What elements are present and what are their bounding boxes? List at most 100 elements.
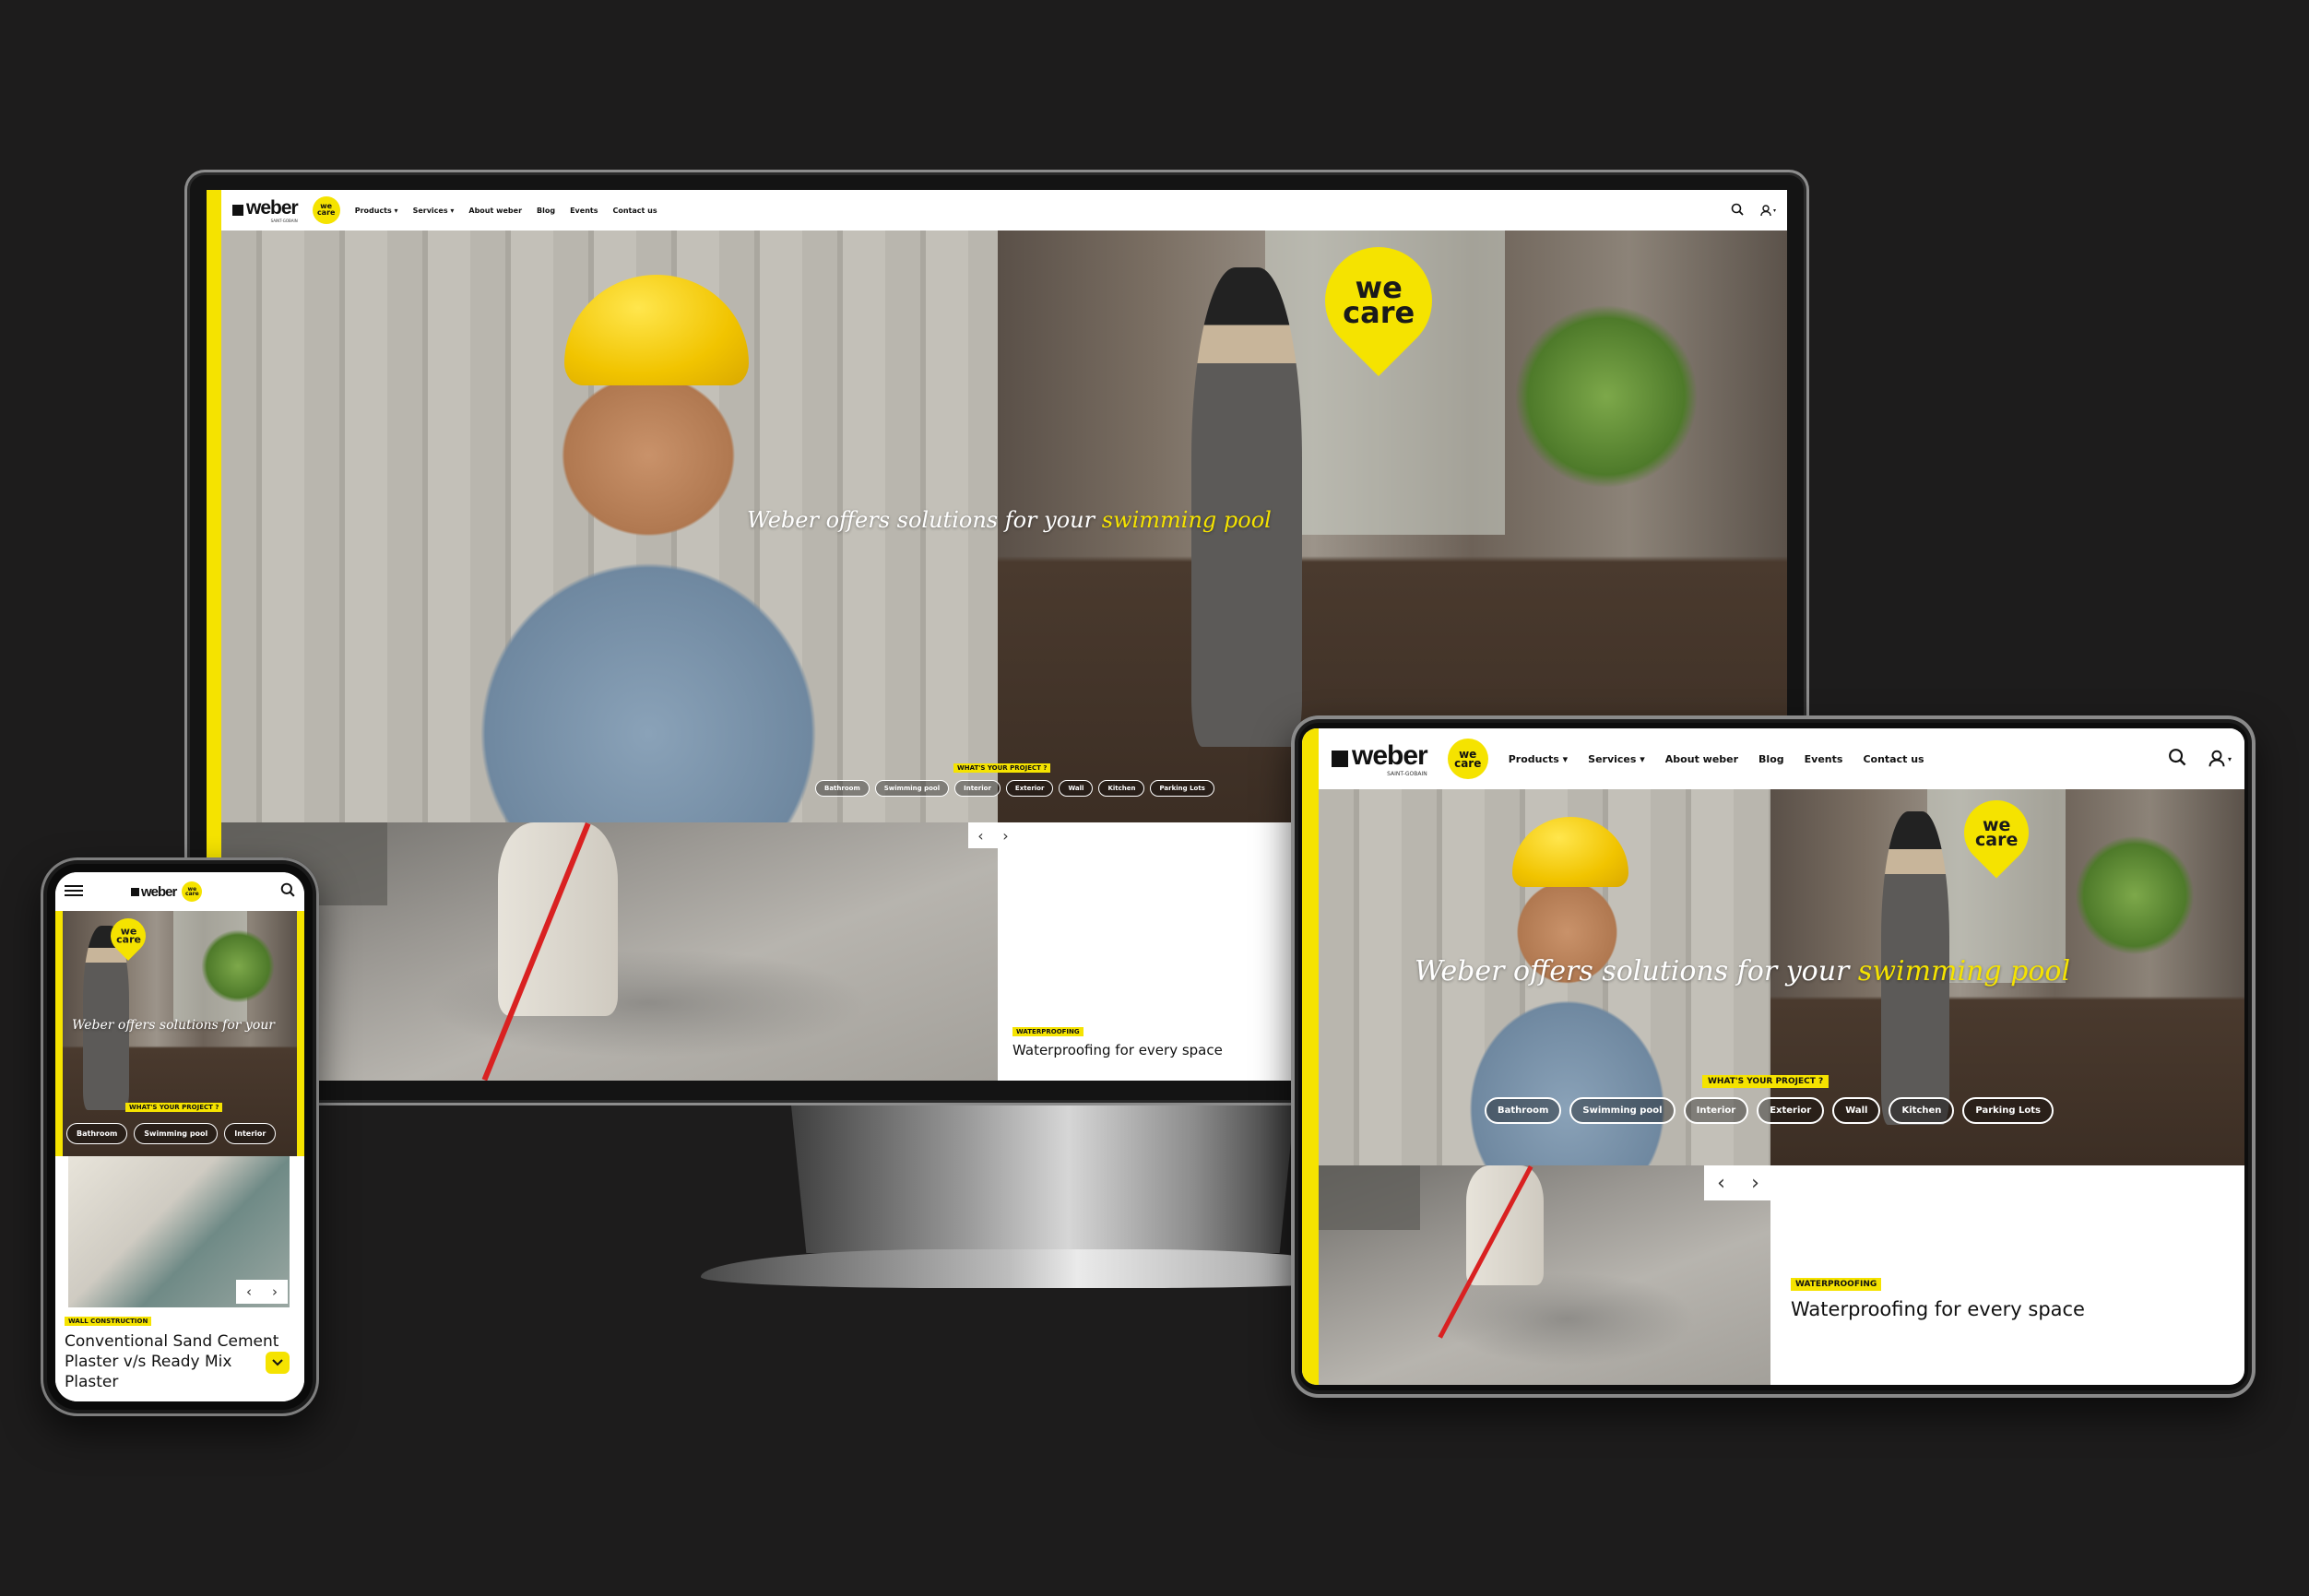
nav-actions: ▾ xyxy=(2168,748,2232,770)
nav-events[interactable]: Events xyxy=(570,207,598,215)
chevron-right-icon[interactable]: › xyxy=(1002,827,1008,845)
waterproofing-image xyxy=(1319,1165,1770,1385)
pin-care: care xyxy=(115,934,141,946)
chevron-left-icon[interactable]: ‹ xyxy=(977,827,983,845)
hero-title: Weber offers solutions for your swimming… xyxy=(747,507,1272,533)
logo-mark-icon xyxy=(232,205,243,216)
chip-swimming-pool[interactable]: Swimming pool xyxy=(874,780,950,797)
chevron-left-icon[interactable]: ‹ xyxy=(246,1283,252,1300)
nav-contact[interactable]: Contact us xyxy=(612,207,657,215)
chevron-down-icon[interactable] xyxy=(266,1352,290,1374)
project-chips: Bathroom Swimming pool Interior Exterior… xyxy=(815,780,1214,797)
project-chips: Bathroom Swimming pool Interior xyxy=(66,1123,277,1144)
slide-title-line-1: Conventional Sand Cement xyxy=(65,1332,279,1351)
desktop-navbar: weber SAINT-GOBAIN we care Products ▾ Se… xyxy=(221,190,1787,231)
category-tag: WALL CONSTRUCTION xyxy=(65,1317,152,1326)
weber-logo[interactable]: weber xyxy=(131,884,177,900)
chip-interior[interactable]: Interior xyxy=(1683,1097,1749,1124)
hardhat-graphic xyxy=(1512,817,1628,887)
slider-arrows: ‹ › xyxy=(236,1280,288,1304)
hero-title-highlight: swimming pool xyxy=(1101,507,1272,533)
we-care-badge: we care xyxy=(312,196,340,224)
chevron-right-icon[interactable]: › xyxy=(272,1283,278,1300)
hero-title-highlight: swimming pool xyxy=(1857,955,2071,987)
chip-bathroom[interactable]: Bathroom xyxy=(1485,1097,1562,1124)
logo-subtitle: SAINT-GOBAIN xyxy=(1387,771,1427,777)
hero-title-prefix: Weber offers solutions for your xyxy=(747,507,1102,533)
tablet-device: weber SAINT-GOBAIN we care Products ▾ Se… xyxy=(1291,715,2256,1398)
nav-events[interactable]: Events xyxy=(1805,753,1843,765)
user-icon[interactable]: ▾ xyxy=(1760,204,1776,217)
nav-about[interactable]: About weber xyxy=(468,207,522,215)
chevron-right-icon[interactable]: › xyxy=(1751,1172,1759,1195)
chip-exterior[interactable]: Exterior xyxy=(1757,1097,1825,1124)
concrete-step-graphic xyxy=(1319,1165,1420,1230)
slide-title[interactable]: Waterproofing for every space xyxy=(1012,1042,1223,1058)
hero-title-text: Weber offers solutions for your xyxy=(72,1018,275,1033)
chip-interior[interactable]: Interior xyxy=(954,780,1001,797)
hardhat-graphic xyxy=(564,275,749,385)
chip-exterior[interactable]: Exterior xyxy=(1005,780,1054,797)
plant-graphic xyxy=(2075,835,2195,955)
logo-mark-icon xyxy=(1332,751,1348,767)
project-label: WHAT'S YOUR PROJECT ? xyxy=(125,1103,223,1112)
slide-title[interactable]: Conventional Sand Cement Plaster v/s Rea… xyxy=(65,1331,295,1392)
project-label: WHAT'S YOUR PROJECT ? xyxy=(1702,1075,1829,1088)
nav-blog[interactable]: Blog xyxy=(537,207,555,215)
chip-parking-lots[interactable]: Parking Lots xyxy=(1962,1097,2054,1124)
user-icon[interactable]: ▾ xyxy=(2208,750,2232,768)
chip-kitchen[interactable]: Kitchen xyxy=(1889,1097,1955,1124)
chip-parking-lots[interactable]: Parking Lots xyxy=(1150,780,1214,797)
weber-logo[interactable]: weber SAINT-GOBAIN xyxy=(1332,740,1428,777)
mobile-hero: we care Weber offers solutions for your W… xyxy=(63,911,297,1156)
brand-side-bar xyxy=(1302,728,1319,1385)
logo-text: weber xyxy=(1352,740,1428,771)
chip-wall[interactable]: Wall xyxy=(1832,1097,1881,1124)
nav-actions: ▾ xyxy=(1731,202,1776,219)
nav-about[interactable]: About weber xyxy=(1665,753,1738,765)
waterproofing-image xyxy=(221,822,998,1081)
nav-services[interactable]: Services ▾ xyxy=(1588,753,1645,765)
tablet-navbar: weber SAINT-GOBAIN we care Products ▾ Se… xyxy=(1319,728,2244,789)
badge-line-care: care xyxy=(1454,757,1482,770)
nav-products[interactable]: Products ▾ xyxy=(355,207,398,215)
chip-bathroom[interactable]: Bathroom xyxy=(815,780,870,797)
chip-kitchen[interactable]: Kitchen xyxy=(1098,780,1145,797)
worker-legs-graphic xyxy=(498,822,618,1016)
tablet-slider: ‹ › WATERPROOFING Waterproofing for ever… xyxy=(1319,1165,2244,1385)
chip-swimming-pool[interactable]: Swimming pool xyxy=(134,1123,219,1144)
nav-blog[interactable]: Blog xyxy=(1758,753,1784,765)
we-care-badge: we care xyxy=(182,881,203,902)
monitor-stand-base xyxy=(701,1249,1385,1288)
nav-products[interactable]: Products ▾ xyxy=(1509,753,1568,765)
search-icon[interactable] xyxy=(280,882,295,901)
slide-title[interactable]: Waterproofing for every space xyxy=(1791,1298,2085,1320)
mobile-phone: weber we care we care Weber offers solut… xyxy=(41,857,319,1416)
hero-title: Weber offers solutions for your xyxy=(72,1018,275,1033)
hero-interior-image: we care xyxy=(63,911,297,1156)
user-menu-caret: ▾ xyxy=(1772,207,1776,214)
user-menu-caret: ▾ xyxy=(2227,754,2232,763)
hamburger-menu-icon[interactable] xyxy=(65,883,83,901)
tablet-screen: weber SAINT-GOBAIN we care Products ▾ Se… xyxy=(1302,728,2244,1385)
slide-title-line-2: Plaster v/s Ready Mix xyxy=(65,1353,232,1372)
nav-services[interactable]: Services ▾ xyxy=(413,207,455,215)
mobile-navbar: weber we care xyxy=(55,872,304,911)
chip-wall[interactable]: Wall xyxy=(1059,780,1094,797)
monitor-stand-neck xyxy=(791,1105,1295,1253)
category-tag: WATERPROOFING xyxy=(1012,1027,1083,1036)
weber-logo[interactable]: weber SAINT-GOBAIN xyxy=(232,197,299,223)
search-icon[interactable] xyxy=(1731,202,1744,219)
chip-bathroom[interactable]: Bathroom xyxy=(66,1123,128,1144)
search-icon[interactable] xyxy=(2168,748,2186,770)
we-care-badge: we care xyxy=(1447,739,1488,779)
nav-contact[interactable]: Contact us xyxy=(1863,753,1924,765)
nav-actions xyxy=(280,882,295,901)
mobile-slider: ‹ › WALL CONSTRUCTION Conventional Sand … xyxy=(55,1156,304,1401)
chip-swimming-pool[interactable]: Swimming pool xyxy=(1569,1097,1676,1124)
pin-care: care xyxy=(1342,295,1415,331)
chevron-left-icon[interactable]: ‹ xyxy=(1717,1172,1725,1195)
chip-interior[interactable]: Interior xyxy=(224,1123,277,1144)
slider-arrows: ‹ › xyxy=(1704,1165,1772,1200)
logo-mark-icon xyxy=(131,887,139,896)
